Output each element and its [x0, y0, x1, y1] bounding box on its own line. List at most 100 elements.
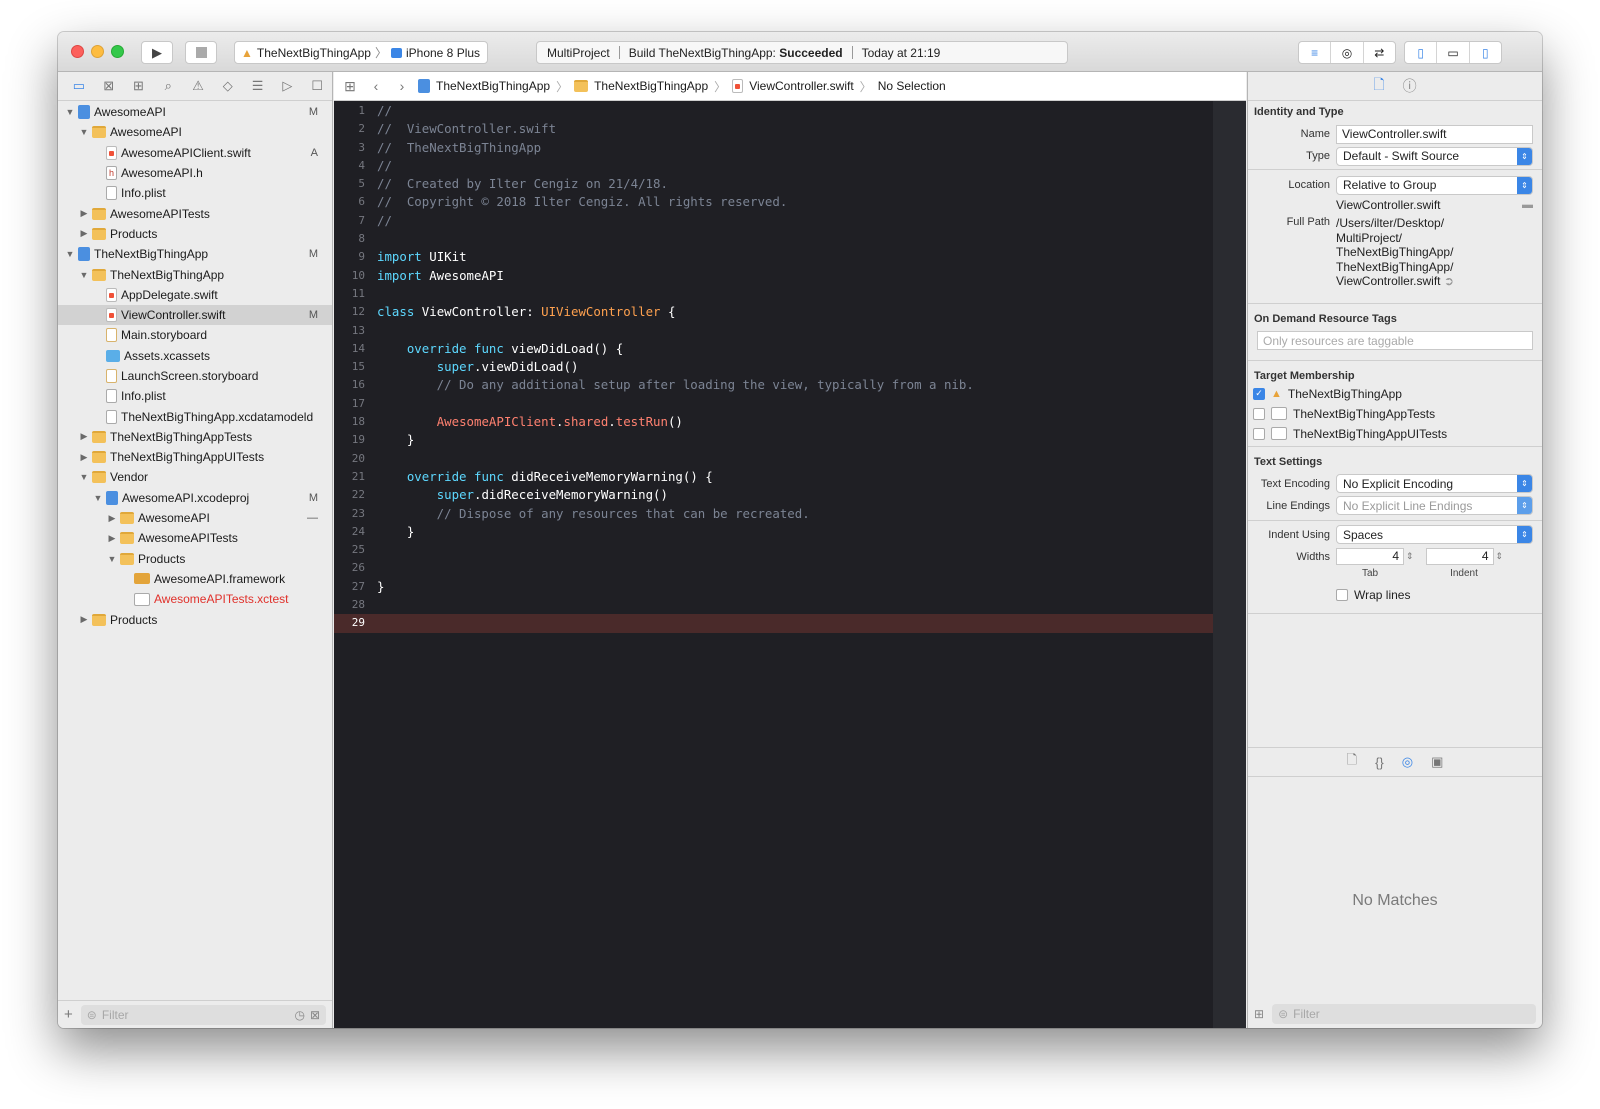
issue-navigator-icon[interactable]: ⚠	[183, 78, 213, 94]
code-line[interactable]: 14 override func viewDidLoad() {	[334, 340, 1246, 358]
tab-width-field[interactable]: 4	[1336, 548, 1404, 565]
stop-button[interactable]	[185, 41, 217, 64]
tree-row[interactable]: ▼ TheNextBigThingApp M	[58, 244, 332, 264]
disclosure-collapsed-icon[interactable]: ▶	[106, 513, 118, 524]
target-checkbox[interactable]	[1253, 427, 1265, 440]
code-line[interactable]: 9 import UIKit	[334, 248, 1246, 266]
zoom-window-button[interactable]	[111, 45, 124, 58]
tree-row[interactable]: ▶ TheNextBigThingAppTests	[58, 427, 332, 447]
quick-help-icon[interactable]: ⓘ	[1403, 76, 1417, 96]
file-inspector-icon[interactable]: 🗋	[1373, 74, 1384, 98]
scheme-device-label[interactable]: iPhone 8 Plus	[406, 46, 480, 60]
disclosure-collapsed-icon[interactable]: ▶	[78, 431, 90, 442]
standard-editor-icon[interactable]: ≡	[1299, 42, 1332, 63]
find-navigator-icon[interactable]: ⌕	[153, 78, 183, 94]
disclosure-expanded-icon[interactable]: ▼	[64, 249, 76, 259]
code-line[interactable]: 25	[334, 541, 1246, 559]
editor-scrollbar[interactable]	[1213, 101, 1246, 1028]
target-checkbox[interactable]: ✓	[1253, 387, 1265, 400]
code-line[interactable]: 16 // Do any additional setup after load…	[334, 376, 1246, 394]
tree-row[interactable]: ▼ AwesomeAPI.xcodeproj M	[58, 488, 332, 508]
wrap-lines-checkbox[interactable]	[1336, 588, 1348, 601]
close-window-button[interactable]	[71, 45, 84, 58]
code-line[interactable]: 11	[334, 285, 1246, 303]
tree-row[interactable]: Info.plist	[58, 386, 332, 406]
tree-row[interactable]: Info.plist	[58, 183, 332, 203]
disclosure-collapsed-icon[interactable]: ▶	[78, 228, 90, 239]
disclosure-collapsed-icon[interactable]: ▶	[78, 208, 90, 219]
code-line[interactable]: 4 //	[334, 157, 1246, 175]
source-editor[interactable]: 1 // 2 // ViewController.swift 3 // TheNextBi…	[334, 101, 1246, 1028]
code-line[interactable]: 5 // Created by Ilter Cengiz on 21/4/18.	[334, 175, 1246, 193]
code-line[interactable]: 2 // ViewController.swift	[334, 120, 1246, 138]
breadcrumb-project[interactable]: TheNextBigThingApp	[436, 79, 550, 93]
tree-row[interactable]: AppDelegate.swift	[58, 285, 332, 305]
navigator-toggle-icon[interactable]: ▯	[1405, 42, 1438, 63]
disclosure-collapsed-icon[interactable]: ▶	[106, 533, 118, 544]
recent-files-icon[interactable]: ◷	[294, 1008, 304, 1022]
code-line[interactable]: 18 AwesomeAPIClient.shared.testRun()	[334, 413, 1246, 431]
scm-filter-icon[interactable]: ⊠	[310, 1008, 320, 1022]
odr-tags-field[interactable]: Only resources are taggable	[1257, 331, 1533, 350]
breadcrumb-symbol[interactable]: No Selection	[878, 79, 946, 93]
forward-arrow-icon[interactable]: ›	[392, 78, 412, 94]
line-endings-popup[interactable]: No Explicit Line Endings ⇕	[1336, 496, 1533, 515]
breadcrumb-file[interactable]: ViewController.swift	[749, 79, 853, 93]
utilities-toggle-icon[interactable]: ▯	[1470, 42, 1501, 63]
indent-width-field[interactable]: 4	[1425, 548, 1494, 565]
code-line[interactable]: 28	[334, 596, 1246, 614]
tree-row[interactable]: ViewController.swift M	[58, 304, 332, 326]
code-line[interactable]: 1 //	[334, 102, 1246, 120]
name-field[interactable]: ViewController.swift	[1336, 124, 1533, 144]
type-popup[interactable]: Default - Swift Source ⇕	[1336, 146, 1533, 166]
code-line[interactable]: 22 super.didReceiveMemoryWarning()	[334, 486, 1246, 504]
version-editor-icon[interactable]: ⇄	[1364, 42, 1395, 63]
tree-row[interactable]: ▼ Products	[58, 549, 332, 569]
object-library-icon[interactable]: ◎	[1402, 754, 1413, 770]
tree-row[interactable]: ▶ AwesomeAPITests	[58, 203, 332, 223]
related-items-icon[interactable]: ⊞	[340, 78, 360, 95]
code-line[interactable]: 15 super.viewDidLoad()	[334, 358, 1246, 376]
target-checkbox[interactable]	[1253, 407, 1265, 420]
tree-row[interactable]: ▶ TheNextBigThingAppUITests	[58, 447, 332, 467]
code-snippet-library-icon[interactable]: {}	[1375, 755, 1384, 770]
breadcrumb-group[interactable]: TheNextBigThingApp	[594, 79, 708, 93]
tab-stepper-icon[interactable]: ⇕	[1406, 551, 1414, 562]
encoding-popup[interactable]: No Explicit Encoding ⇕	[1336, 474, 1533, 493]
tree-row[interactable]: ▼ AwesomeAPI M	[58, 102, 332, 122]
tree-row[interactable]: AwesomeAPITests.xctest	[58, 589, 332, 609]
breakpoint-navigator-icon[interactable]: ▷	[272, 78, 302, 94]
tree-row[interactable]: ▼ Vendor	[58, 467, 332, 487]
code-line[interactable]: 23 // Dispose of any resources that can …	[334, 505, 1246, 523]
choose-folder-icon[interactable]: ▬	[1522, 199, 1533, 211]
tree-row[interactable]: h AwesomeAPI.h	[58, 163, 332, 183]
tree-row[interactable]: LaunchScreen.storyboard	[58, 366, 332, 386]
grid-view-icon[interactable]: ⊞	[1254, 1007, 1264, 1021]
tree-row[interactable]: Main.storyboard	[58, 325, 332, 345]
location-popup[interactable]: Relative to Group ⇕	[1336, 175, 1533, 195]
code-line[interactable]: 24 }	[334, 523, 1246, 541]
code-line[interactable]: 19 }	[334, 431, 1246, 449]
code-line[interactable]: 26	[334, 559, 1246, 577]
library-filter-input[interactable]: ⊜ Filter	[1272, 1004, 1536, 1024]
disclosure-expanded-icon[interactable]: ▼	[92, 493, 104, 503]
code-line[interactable]: 7 //	[334, 212, 1246, 230]
run-button[interactable]: ▶	[141, 41, 173, 64]
disclosure-collapsed-icon[interactable]: ▶	[78, 452, 90, 463]
test-navigator-icon[interactable]: ◇	[213, 78, 243, 94]
code-line[interactable]: 20	[334, 450, 1246, 468]
disclosure-expanded-icon[interactable]: ▼	[106, 554, 118, 564]
code-line[interactable]: 21 override func didReceiveMemoryWarning…	[334, 468, 1246, 486]
reveal-in-finder-icon[interactable]: ➲	[1444, 274, 1454, 288]
code-line[interactable]: 8	[334, 230, 1246, 248]
tree-row[interactable]: ▶ Products	[58, 609, 332, 629]
code-line[interactable]: 12 class ViewController: UIViewController…	[334, 303, 1246, 321]
disclosure-expanded-icon[interactable]: ▼	[78, 270, 90, 280]
media-library-icon[interactable]: ▣	[1431, 754, 1443, 770]
source-control-navigator-icon[interactable]: ⊠	[94, 78, 124, 94]
back-arrow-icon[interactable]: ‹	[366, 78, 386, 94]
code-line[interactable]: 17	[334, 395, 1246, 413]
tree-row[interactable]: ▼ AwesomeAPI	[58, 122, 332, 142]
disclosure-expanded-icon[interactable]: ▼	[64, 107, 76, 117]
tree-row[interactable]: AwesomeAPIClient.swift A	[58, 143, 332, 163]
